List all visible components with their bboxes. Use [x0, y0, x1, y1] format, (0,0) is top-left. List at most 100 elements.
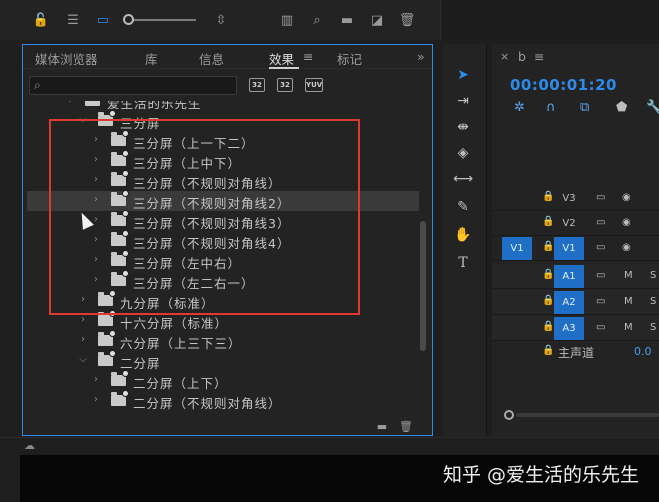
- tree-scrollbar-thumb[interactable]: [420, 221, 426, 351]
- eye-icon[interactable]: ◉: [622, 242, 631, 253]
- find-icon[interactable]: ⌕: [308, 11, 326, 29]
- chevron-down-icon[interactable]: ⌵: [78, 114, 88, 125]
- track-target-toggle[interactable]: V3: [554, 187, 584, 210]
- track-lock-icon[interactable]: 🔒: [542, 269, 554, 280]
- tab-info[interactable]: 信息: [199, 49, 224, 68]
- sync-lock-icon[interactable]: ▭: [596, 270, 605, 281]
- track-lock-icon[interactable]: 🔒: [542, 216, 554, 227]
- chevron-right-icon[interactable]: ›: [91, 234, 101, 245]
- sync-lock-icon[interactable]: ▭: [596, 296, 605, 307]
- tree-item[interactable]: › 九分屏（标准）: [27, 290, 419, 311]
- track-target-toggle[interactable]: A2: [554, 291, 584, 314]
- track-lock-icon[interactable]: 🔒: [542, 321, 554, 332]
- chevron-right-icon[interactable]: ›: [78, 294, 88, 305]
- creative-cloud-icon[interactable]: ☁: [24, 439, 35, 452]
- pen-tool-icon[interactable]: ✎: [452, 196, 474, 218]
- audio-track-header[interactable]: 🔒 A2 ▭ M S: [492, 290, 659, 315]
- tree-item[interactable]: › 三分屏（上一下二）: [27, 130, 419, 151]
- tree-item[interactable]: › 十六分屏（标准）: [27, 310, 419, 331]
- new-custom-bin-icon[interactable]: ▬: [373, 417, 391, 435]
- sort-icon[interactable]: ⇳: [212, 11, 230, 29]
- add-marker-icon[interactable]: ⬟: [616, 100, 627, 115]
- trash-icon[interactable]: 🗑: [398, 11, 416, 29]
- chevron-right-icon[interactable]: ›: [91, 134, 101, 145]
- tree-item[interactable]: › 二分屏（上下）: [27, 370, 419, 391]
- timeline-tab-menu-icon[interactable]: ≡: [534, 49, 544, 64]
- master-lock-icon[interactable]: 🔒: [542, 345, 554, 356]
- tab-media-browser[interactable]: 媒体浏览器: [35, 49, 98, 68]
- tree-item[interactable]: › 三分屏（不规则对角线）: [27, 170, 419, 191]
- tree-item[interactable]: › 三分屏（不规则对角线2）: [27, 190, 419, 211]
- new-item-icon[interactable]: ◪: [368, 11, 386, 29]
- solo-button[interactable]: S: [650, 270, 656, 281]
- timeline-settings-icon[interactable]: 🔧: [646, 100, 659, 115]
- automate-to-sequence-icon[interactable]: ▥: [278, 11, 296, 29]
- source-patch-v1[interactable]: V1: [502, 237, 532, 260]
- mute-button[interactable]: M: [624, 296, 633, 307]
- tree-item[interactable]: › 三分屏（左二右一）: [27, 270, 419, 291]
- hand-tool-icon[interactable]: ✋: [452, 224, 474, 246]
- ripple-edit-tool-icon[interactable]: ⇼: [452, 116, 474, 138]
- eye-icon[interactable]: ◉: [622, 192, 631, 203]
- audio-track-header[interactable]: 🔒 A3 ▭ M S: [492, 316, 659, 341]
- zoom-slider-knob[interactable]: [123, 14, 134, 25]
- chevron-down-icon[interactable]: ⌵: [65, 101, 75, 105]
- tree-item[interactable]: ⌵爱生活的乐先生: [27, 101, 419, 111]
- sync-lock-icon[interactable]: ▭: [596, 322, 605, 333]
- zoom-slider-track[interactable]: [126, 19, 196, 21]
- chevron-right-icon[interactable]: ›: [91, 374, 101, 385]
- playhead-timecode[interactable]: 00:00:01:20: [510, 76, 617, 94]
- video-track-header[interactable]: V1 🔒 V1 ▭ ◉: [492, 236, 659, 261]
- effects-search-input[interactable]: ⌕: [29, 76, 237, 95]
- selection-tool-icon[interactable]: ➤: [452, 64, 474, 86]
- timeline-tab-sequence-name[interactable]: b: [518, 49, 526, 64]
- tab-overflow-icon[interactable]: »: [417, 49, 425, 64]
- video-track-header[interactable]: 🔒 V3 ▭ ◉: [492, 186, 659, 211]
- delete-custom-item-icon[interactable]: 🗑: [397, 417, 415, 435]
- lock-icon[interactable]: 🔓: [32, 11, 50, 29]
- yuv-filter-button[interactable]: YUV: [305, 78, 323, 92]
- tree-item[interactable]: › 三分屏（左中右）: [27, 250, 419, 271]
- panel-menu-icon[interactable]: ≡: [303, 49, 313, 64]
- chevron-right-icon[interactable]: ›: [91, 394, 101, 405]
- track-target-toggle[interactable]: V1: [554, 237, 584, 260]
- icon-view-icon[interactable]: ▭: [94, 11, 112, 29]
- sync-lock-icon[interactable]: ▭: [596, 217, 605, 228]
- new-bin-icon[interactable]: ▬: [338, 11, 356, 29]
- nest-toggle-icon[interactable]: ✲: [514, 100, 525, 115]
- tree-item[interactable]: ⌵ 三分屏: [27, 110, 419, 131]
- 32bit-filter-button[interactable]: 32: [277, 78, 293, 92]
- chevron-down-icon[interactable]: ⌵: [78, 354, 88, 365]
- timeline-tab-close-icon[interactable]: ×: [500, 50, 509, 63]
- tree-scrollbar[interactable]: [419, 101, 427, 419]
- track-lock-icon[interactable]: 🔒: [542, 241, 554, 252]
- track-target-toggle[interactable]: A1: [554, 265, 584, 288]
- timeline-zoom-scrollbar[interactable]: [504, 410, 659, 420]
- chevron-right-icon[interactable]: ›: [91, 154, 101, 165]
- chevron-right-icon[interactable]: ›: [91, 274, 101, 285]
- tab-libraries[interactable]: 库: [145, 49, 158, 68]
- linked-selection-icon[interactable]: ⧉: [580, 100, 589, 115]
- accelerated-effects-filter-button[interactable]: 32: [249, 78, 265, 92]
- chevron-right-icon[interactable]: ›: [91, 174, 101, 185]
- track-lock-icon[interactable]: 🔒: [542, 295, 554, 306]
- slip-tool-icon[interactable]: ⟷: [452, 168, 474, 190]
- track-target-toggle[interactable]: A3: [554, 317, 584, 340]
- chevron-right-icon[interactable]: ›: [91, 194, 101, 205]
- video-track-header[interactable]: 🔒 V2 ▭ ◉: [492, 211, 659, 236]
- master-volume-value[interactable]: 0.0: [634, 345, 652, 358]
- tab-markers[interactable]: 标记: [337, 49, 362, 68]
- tree-item[interactable]: › 六分屏（上三下三）: [27, 330, 419, 351]
- sync-lock-icon[interactable]: ▭: [596, 192, 605, 203]
- razor-tool-icon[interactable]: ◈: [452, 142, 474, 164]
- tab-effects[interactable]: 效果: [269, 49, 294, 68]
- audio-track-header[interactable]: 🔒 A1 ▭ M S: [492, 264, 659, 289]
- mute-button[interactable]: M: [624, 270, 633, 281]
- list-view-icon[interactable]: ☰: [64, 11, 82, 29]
- snap-icon[interactable]: ∩: [546, 100, 556, 115]
- eye-icon[interactable]: ◉: [622, 217, 631, 228]
- timeline-scroll-knob[interactable]: [504, 410, 514, 420]
- tree-item[interactable]: ⌵ 二分屏: [27, 350, 419, 371]
- sync-lock-icon[interactable]: ▭: [596, 242, 605, 253]
- tree-item[interactable]: › 二分屏（不规则对角线）: [27, 390, 419, 411]
